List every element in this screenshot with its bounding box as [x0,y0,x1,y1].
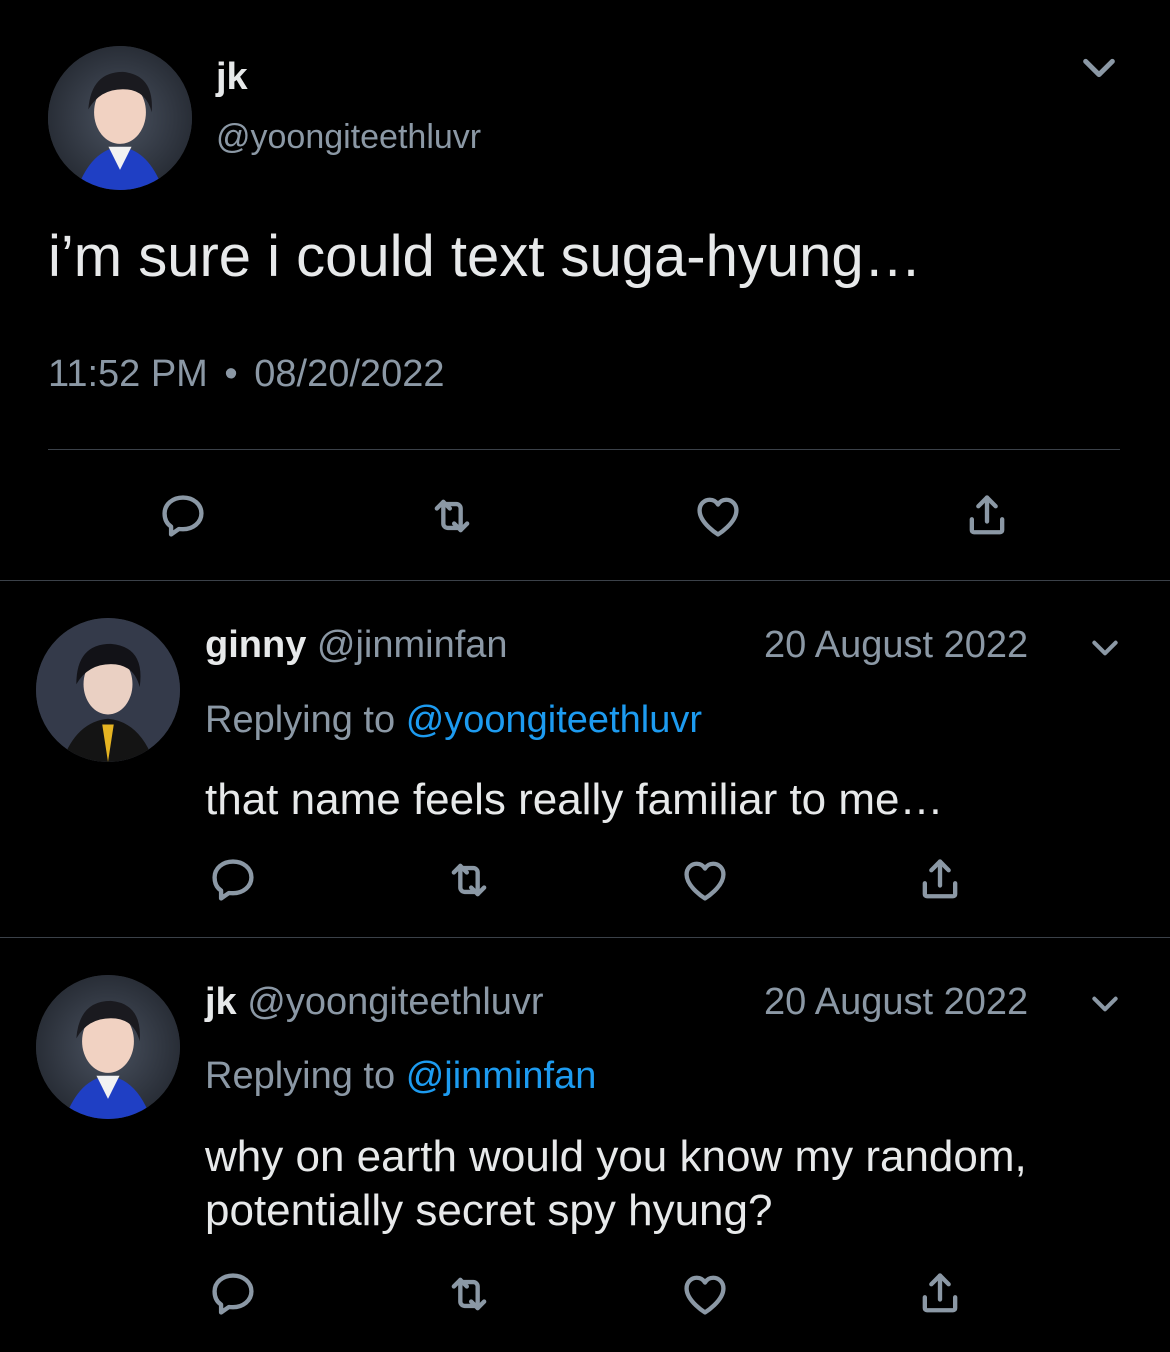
reply-text: that name feels really familiar to me… [205,775,944,824]
chevron-down-icon[interactable] [1072,48,1126,88]
share-icon[interactable] [959,488,1015,544]
separator-dot: • [224,353,238,395]
reply-icon[interactable] [205,852,261,908]
reply-icon[interactable] [155,488,211,544]
mention-link[interactable]: @yoongiteethluvr [406,699,702,741]
retweet-icon[interactable] [441,1266,497,1322]
reply-header: ginny @jinminfan [205,622,508,668]
tweet-text: i’m sure i could text suga-hyung… [48,224,922,289]
chevron-down-icon[interactable] [1084,988,1126,1020]
mention-link[interactable]: @jinminfan [406,1055,597,1097]
heart-icon[interactable] [690,488,746,544]
avatar[interactable] [36,975,180,1119]
author-handle[interactable]: @yoongiteethluvr [216,116,481,158]
author-handle[interactable]: @yoongiteethluvr [247,981,543,1023]
chevron-down-icon[interactable] [1084,632,1126,664]
reply-header: jk @yoongiteethluvr [205,979,544,1025]
reply-text-line: why on earth would you know my random, [205,1132,1027,1181]
tweet-date: 08/20/2022 [254,353,445,395]
avatar[interactable] [36,618,180,762]
author-name[interactable]: ginny [205,624,306,666]
share-icon[interactable] [912,1266,968,1322]
reply-date: 20 August 2022 [764,624,1029,666]
share-icon[interactable] [912,852,968,908]
reply-text: why on earth would you know my random, p… [205,1130,1027,1238]
divider [0,937,1170,938]
divider [0,580,1170,581]
author-name[interactable]: jk [205,981,237,1023]
avatar[interactable] [48,46,192,190]
reply-text-line: potentially secret spy hyung? [205,1186,773,1235]
replying-to-label: Replying to [205,699,396,741]
reply-icon[interactable] [205,1266,261,1322]
reply-date: 20 August 2022 [764,981,1029,1023]
tweet-time: 11:52 PM [48,353,208,395]
heart-icon[interactable] [677,1266,733,1322]
heart-icon[interactable] [677,852,733,908]
replying-to-label: Replying to [205,1055,396,1097]
author-name[interactable]: jk [216,54,248,100]
retweet-icon[interactable] [424,488,480,544]
divider [48,449,1120,450]
retweet-icon[interactable] [441,852,497,908]
replying-to-line: Replying to @yoongiteethluvr [205,697,702,743]
author-handle[interactable]: @jinminfan [317,624,508,666]
tweet-timestamp: 11:52 PM • 08/20/2022 [48,352,444,396]
replying-to-line: Replying to @jinminfan [205,1053,596,1099]
